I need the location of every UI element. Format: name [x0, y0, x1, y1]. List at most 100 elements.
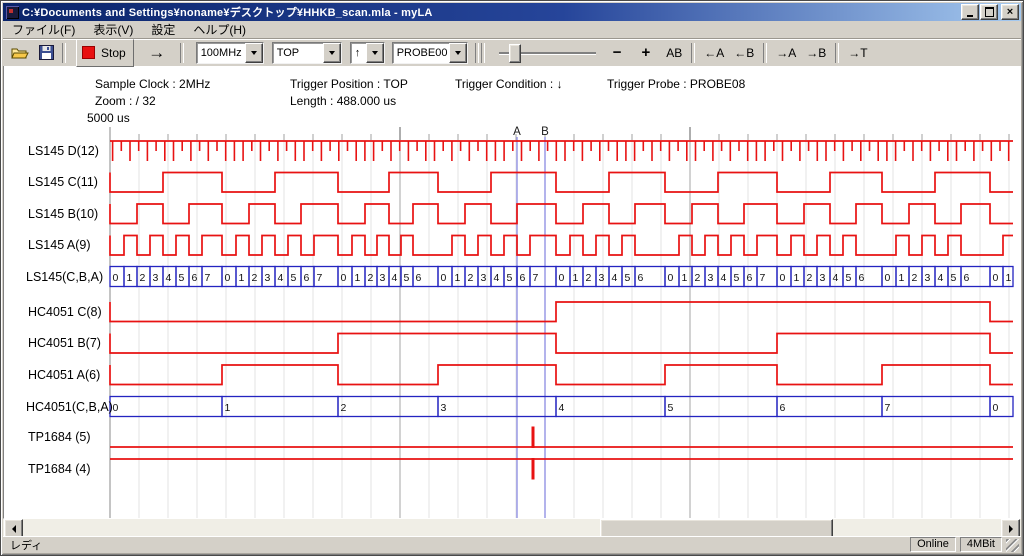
save-button[interactable]: [34, 42, 58, 64]
svg-text:2: 2: [912, 272, 918, 284]
waveform-channel: [110, 365, 1013, 385]
svg-text:6: 6: [964, 272, 970, 284]
menu-bar: ファイル(F) 表示(V) 設定 ヘルプ(H): [3, 21, 1021, 38]
svg-text:4: 4: [392, 272, 398, 284]
sample-clock-select[interactable]: 100MHz: [196, 42, 264, 64]
svg-text:4: 4: [494, 272, 500, 284]
svg-text:3: 3: [708, 272, 714, 284]
waveform-channel: [110, 458, 1013, 480]
svg-text:6: 6: [520, 272, 526, 284]
menu-help[interactable]: ヘルプ(H): [184, 20, 255, 39]
save-floppy-icon: [39, 45, 54, 60]
goto-cursor-b-right-button[interactable]: →B: [801, 40, 831, 66]
svg-text:3: 3: [153, 272, 159, 284]
svg-text:2: 2: [368, 272, 374, 284]
close-button[interactable]: ×: [1001, 4, 1019, 20]
zoom-slider-thumb[interactable]: [509, 44, 521, 63]
svg-text:2: 2: [140, 272, 146, 284]
goto-cursor-a-left-button[interactable]: ←A: [699, 40, 729, 66]
trigger-position-select[interactable]: TOP: [272, 42, 342, 64]
menu-settings[interactable]: 設定: [142, 20, 184, 39]
svg-text:5: 5: [404, 272, 410, 284]
svg-text:0: 0: [113, 272, 119, 284]
toolbar-separator: [835, 43, 839, 63]
zoom-in-button[interactable]: +: [634, 42, 657, 64]
zoom-slider[interactable]: [499, 43, 596, 63]
dropdown-arrow-icon[interactable]: [366, 43, 384, 63]
svg-text:4: 4: [612, 272, 618, 284]
window-title: C:¥Documents and Settings¥noname¥デスクトップ¥…: [22, 4, 433, 20]
svg-text:7: 7: [205, 272, 211, 284]
window-controls: ×: [960, 4, 1019, 20]
trigger-position-value: TOP: [273, 47, 323, 59]
svg-text:1: 1: [1006, 272, 1012, 284]
minimize-button[interactable]: [961, 4, 979, 20]
status-ready-text: レディ: [3, 537, 910, 553]
svg-text:5: 5: [625, 272, 631, 284]
app-window: C:¥Documents and Settings¥noname¥デスクトップ¥…: [0, 0, 1024, 556]
svg-text:5: 5: [951, 272, 957, 284]
svg-text:5: 5: [179, 272, 185, 284]
goto-cursor-b-left-button[interactable]: ←B: [729, 40, 759, 66]
stop-button[interactable]: Stop: [76, 39, 134, 67]
dropdown-arrow-icon[interactable]: [245, 43, 263, 63]
svg-text:6: 6: [780, 402, 786, 414]
svg-text:3: 3: [481, 272, 487, 284]
svg-text:4: 4: [166, 272, 172, 284]
svg-text:6: 6: [192, 272, 198, 284]
title-bar: C:¥Documents and Settings¥noname¥デスクトップ¥…: [3, 3, 1021, 21]
svg-text:7: 7: [317, 272, 323, 284]
svg-text:6: 6: [416, 272, 422, 284]
svg-text:1: 1: [573, 272, 579, 284]
scroll-right-icon: [1009, 525, 1013, 533]
svg-text:4: 4: [833, 272, 839, 284]
svg-text:3: 3: [441, 402, 447, 414]
stop-icon: [82, 46, 95, 59]
waveform-plot[interactable]: AB01234567012345670123456012345670123456…: [0, 0, 1024, 519]
waveform-channel: [110, 302, 1013, 322]
menu-view[interactable]: 表示(V): [84, 20, 142, 39]
svg-text:2: 2: [468, 272, 474, 284]
svg-text:2: 2: [807, 272, 813, 284]
status-bar: レディ Online 4MBit: [3, 536, 1021, 553]
goto-cursor-a-right-button[interactable]: →A: [771, 40, 801, 66]
svg-text:0: 0: [780, 272, 786, 284]
open-file-button[interactable]: [8, 42, 32, 64]
svg-text:6: 6: [747, 272, 753, 284]
svg-text:1: 1: [682, 272, 688, 284]
toolbar-separator: [180, 43, 184, 63]
svg-text:1: 1: [225, 402, 231, 414]
svg-text:0: 0: [341, 272, 347, 284]
waveform-channel: [110, 427, 1013, 449]
stop-label: Stop: [101, 46, 126, 60]
status-memory-badge: 4MBit: [960, 537, 1002, 552]
waveform-channel: 012345670: [110, 397, 1013, 417]
maximize-icon: [985, 7, 994, 17]
zoom-out-button[interactable]: −: [606, 42, 629, 64]
svg-text:1: 1: [355, 272, 361, 284]
svg-text:3: 3: [925, 272, 931, 284]
svg-text:A: A: [513, 126, 521, 138]
svg-text:5: 5: [668, 402, 674, 414]
svg-text:5: 5: [507, 272, 513, 284]
svg-text:1: 1: [127, 272, 133, 284]
trigger-edge-select[interactable]: ↑: [350, 42, 385, 64]
resize-grip[interactable]: [1006, 539, 1019, 552]
horizontal-scrollbar[interactable]: [3, 519, 1021, 536]
run-button[interactable]: →: [142, 42, 172, 64]
menu-file[interactable]: ファイル(F): [3, 20, 84, 39]
svg-text:0: 0: [885, 272, 891, 284]
goto-trigger-button[interactable]: →T: [843, 40, 872, 66]
sample-clock-value: 100MHz: [197, 47, 245, 59]
zoom-ab-button[interactable]: AB: [661, 40, 687, 66]
svg-text:0: 0: [113, 402, 119, 414]
dropdown-arrow-icon[interactable]: [449, 43, 467, 63]
dropdown-arrow-icon[interactable]: [323, 43, 341, 63]
run-arrow-icon: →: [148, 43, 165, 63]
toolbar: Stop → 100MHz TOP ↑ PROBE00 − + AB ←A: [3, 38, 1021, 66]
svg-text:0: 0: [668, 272, 674, 284]
maximize-button[interactable]: [980, 4, 998, 20]
toolbar-separator: [475, 43, 479, 63]
probe-select[interactable]: PROBE00: [392, 42, 468, 64]
open-folder-icon: [11, 46, 29, 60]
